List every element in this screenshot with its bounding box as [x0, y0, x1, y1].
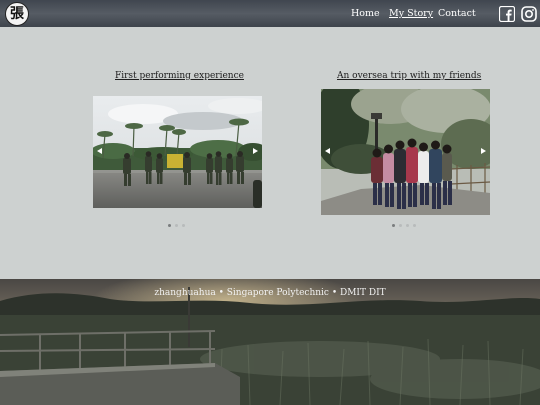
carousel-trip[interactable] [321, 89, 490, 215]
carousel-prev-arrow[interactable] [325, 148, 330, 154]
instagram-icon[interactable] [521, 6, 537, 22]
carousel-indicator[interactable] [175, 224, 178, 227]
nav-contact-link[interactable]: Contact [438, 8, 476, 20]
carousel-indicator[interactable] [392, 224, 395, 227]
site-footer: zhanghuahua • Singapore Polytechnic • DM… [0, 279, 540, 405]
performing-photo [93, 96, 262, 208]
nav-home-link[interactable]: Home [351, 8, 380, 20]
site-header: 張 Home My Story Contact [0, 0, 540, 27]
card-title-trip[interactable]: An oversea trip with my friends [337, 71, 481, 82]
carousel-indicator[interactable] [399, 224, 402, 227]
logo[interactable]: 張 [5, 2, 29, 26]
carousel-indicator[interactable] [182, 224, 185, 227]
carousel-prev-arrow[interactable] [97, 148, 102, 154]
trip-photo [321, 89, 490, 215]
carousel-indicator[interactable] [406, 224, 409, 227]
carousel-next-arrow[interactable] [481, 148, 486, 154]
carousel-indicators [168, 224, 185, 227]
carousel-indicators [392, 224, 416, 227]
footer-caption: zhanghuahua • Singapore Polytechnic • DM… [154, 288, 386, 298]
carousel-next-arrow[interactable] [253, 148, 258, 154]
facebook-icon[interactable] [499, 6, 515, 22]
nav-my-story-link[interactable]: My Story [389, 8, 433, 20]
carousel-performing[interactable] [93, 96, 262, 208]
carousel-indicator[interactable] [413, 224, 416, 227]
card-title-performing[interactable]: First performing experience [115, 71, 244, 82]
carousel-indicator[interactable] [168, 224, 171, 227]
